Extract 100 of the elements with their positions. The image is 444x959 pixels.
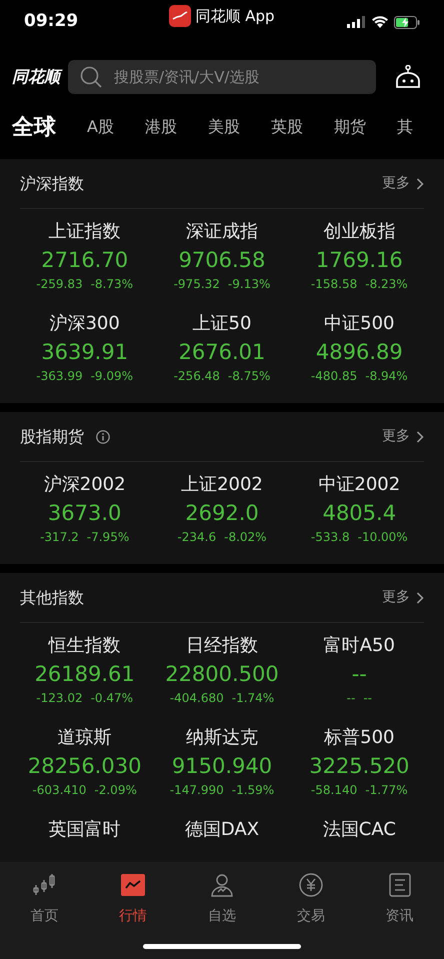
index-name: 富时A50 <box>324 634 395 658</box>
index-price: 3639.91 <box>41 339 128 366</box>
index-name: 深证成指 <box>186 220 258 244</box>
index-price: 9150.940 <box>172 753 272 780</box>
market-tab[interactable]: A股 <box>87 115 114 139</box>
percent-change: -7.95% <box>86 529 130 546</box>
index-name: 法国CAC <box>322 818 396 842</box>
chevron-right-icon <box>416 178 424 190</box>
index-name: 道琼斯 <box>58 726 112 750</box>
index-price: 9706.58 <box>178 247 266 274</box>
price-change: -158.58 <box>310 276 358 293</box>
index-name: 日经指数 <box>186 634 258 658</box>
percent-change: -2.09% <box>94 782 137 799</box>
percent-change: -8.75% <box>228 368 270 385</box>
index-name: 上证2002 <box>181 473 263 497</box>
price-change: -259.83 <box>36 276 83 293</box>
index-name: 恒生指数 <box>48 634 121 658</box>
percent-change: -10.00% <box>358 529 408 546</box>
index-name: 中证500 <box>324 312 394 336</box>
market-tab[interactable]: 港股 <box>144 115 177 139</box>
search-icon <box>80 66 102 88</box>
index-name: 上证50 <box>192 312 252 336</box>
market-tab[interactable]: 期货 <box>334 115 366 139</box>
index-price: 28256.030 <box>28 753 142 780</box>
price-change: -58.140 <box>310 782 358 799</box>
market-tab[interactable]: 英股 <box>270 115 303 139</box>
index-name: 德国DAX <box>184 818 260 842</box>
nav-tab[interactable]: 自选 <box>178 872 266 927</box>
nav-tab[interactable]: 首页 <box>0 872 89 927</box>
index-price: 22800.500 <box>165 661 279 688</box>
info-icon[interactable] <box>96 430 110 444</box>
wifi-icon <box>372 16 388 28</box>
index-name: 沪深2002 <box>44 473 126 497</box>
market-tab[interactable]: 美股 <box>208 115 240 139</box>
section-title: 沪深指数 <box>20 172 84 194</box>
index-price: 1769.16 <box>316 247 403 274</box>
index-name: 创业板指 <box>323 220 396 244</box>
price-change: -317.2 <box>40 529 79 546</box>
index-name: 纳斯达克 <box>186 726 258 750</box>
index-price: -- <box>352 661 367 688</box>
price-change: -603.410 <box>32 782 86 799</box>
index-price: 26189.61 <box>34 661 135 688</box>
clock: 09:29 <box>24 10 80 34</box>
chart-icon <box>121 874 146 896</box>
app-name: 同花顺 App <box>195 6 275 27</box>
percent-change: -0.47% <box>90 690 134 707</box>
price-change: -234.6 <box>177 529 216 546</box>
index-name: 中证2002 <box>318 473 400 497</box>
person-icon <box>210 873 234 897</box>
chevron-right-icon <box>416 430 424 442</box>
nav-tab[interactable]: 行情 <box>88 872 178 927</box>
price-change: -256.48 <box>174 368 220 385</box>
percent-change: -8.02% <box>224 529 267 546</box>
app-icon <box>169 5 192 27</box>
more-link[interactable]: 更多 <box>382 426 424 447</box>
nav-tab[interactable]: 资讯 <box>355 872 444 927</box>
market-tab[interactable]: 全球 <box>12 110 56 144</box>
percent-change: -8.94% <box>365 368 408 385</box>
robot-icon[interactable] <box>395 65 421 89</box>
price-change: -147.990 <box>170 782 224 799</box>
signal-icon <box>346 16 366 28</box>
percent-change: -- <box>363 690 372 707</box>
price-change: -- <box>346 690 356 707</box>
index-price: 4896.89 <box>316 339 403 366</box>
index-price: 2676.01 <box>178 339 266 366</box>
chevron-right-icon <box>416 592 424 604</box>
price-change: -123.02 <box>36 690 83 707</box>
more-link[interactable]: 更多 <box>382 173 424 194</box>
index-price: 3673.0 <box>48 500 122 527</box>
logo: 同花顺 <box>12 65 60 89</box>
price-change: -975.32 <box>174 276 220 293</box>
search-field[interactable]: 搜股票/资讯/大V/选股 <box>68 60 376 94</box>
percent-change: -1.59% <box>232 782 274 799</box>
index-price: 3225.520 <box>309 753 410 780</box>
index-price: 2692.0 <box>185 500 259 527</box>
nav-tab[interactable]: 交易 <box>266 872 356 927</box>
index-name: 上证指数 <box>48 220 121 244</box>
battery-charging-icon <box>394 16 420 28</box>
percent-change: -1.74% <box>232 690 274 707</box>
percent-change: -1.77% <box>365 782 408 799</box>
price-change: -404.680 <box>170 690 224 707</box>
more-link[interactable]: 更多 <box>382 587 424 608</box>
yen-icon <box>298 873 323 897</box>
candlestick-icon <box>32 873 56 897</box>
percent-change: -9.13% <box>228 276 270 293</box>
index-name: 沪深300 <box>49 312 120 336</box>
document-icon <box>388 873 411 897</box>
price-change: -533.8 <box>310 529 350 546</box>
index-price: 4805.4 <box>322 500 396 527</box>
price-change: -480.85 <box>310 368 358 385</box>
index-name: 标普500 <box>324 726 394 750</box>
index-name: 英国富时 <box>48 818 121 842</box>
price-change: -363.99 <box>36 368 83 385</box>
percent-change: -9.09% <box>90 368 134 385</box>
index-price: 2716.70 <box>41 247 128 274</box>
market-tab[interactable]: 其 <box>396 115 413 139</box>
section-title: 其他指数 <box>20 586 84 608</box>
section-title: 股指期货 <box>20 426 84 448</box>
percent-change: -8.23% <box>365 276 408 293</box>
percent-change: -8.73% <box>90 276 134 293</box>
